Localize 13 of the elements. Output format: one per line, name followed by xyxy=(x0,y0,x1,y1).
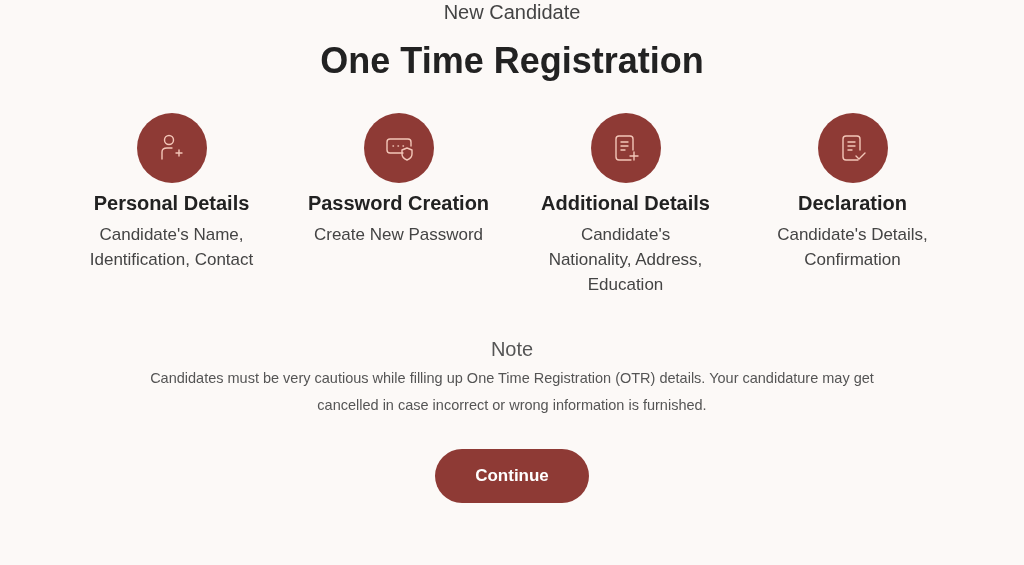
continue-button[interactable]: Continue xyxy=(435,449,589,503)
page-title: One Time Registration xyxy=(320,40,704,82)
step-description: Candidate's Nationality, Address, Education xyxy=(548,224,703,296)
step-title: Personal Details xyxy=(93,191,250,216)
page-subtitle: New Candidate xyxy=(443,0,581,24)
step-title: Password Creation xyxy=(307,191,490,216)
step-title: Additional Details xyxy=(541,191,710,216)
step-title: Declaration xyxy=(798,191,907,216)
step-description: Create New Password xyxy=(313,224,484,246)
step-description: Candidate's Name, Identification, Contact xyxy=(89,224,254,271)
note-text: Candidates must be very cautious while filling up One Time Registration (OTR) details. Your candidature may get cancelled in case incorrect or wrong information is furnished. xyxy=(149,369,875,415)
note-heading: Note xyxy=(490,337,534,361)
step-description: Candidate's Details, Confirmation xyxy=(777,224,928,271)
